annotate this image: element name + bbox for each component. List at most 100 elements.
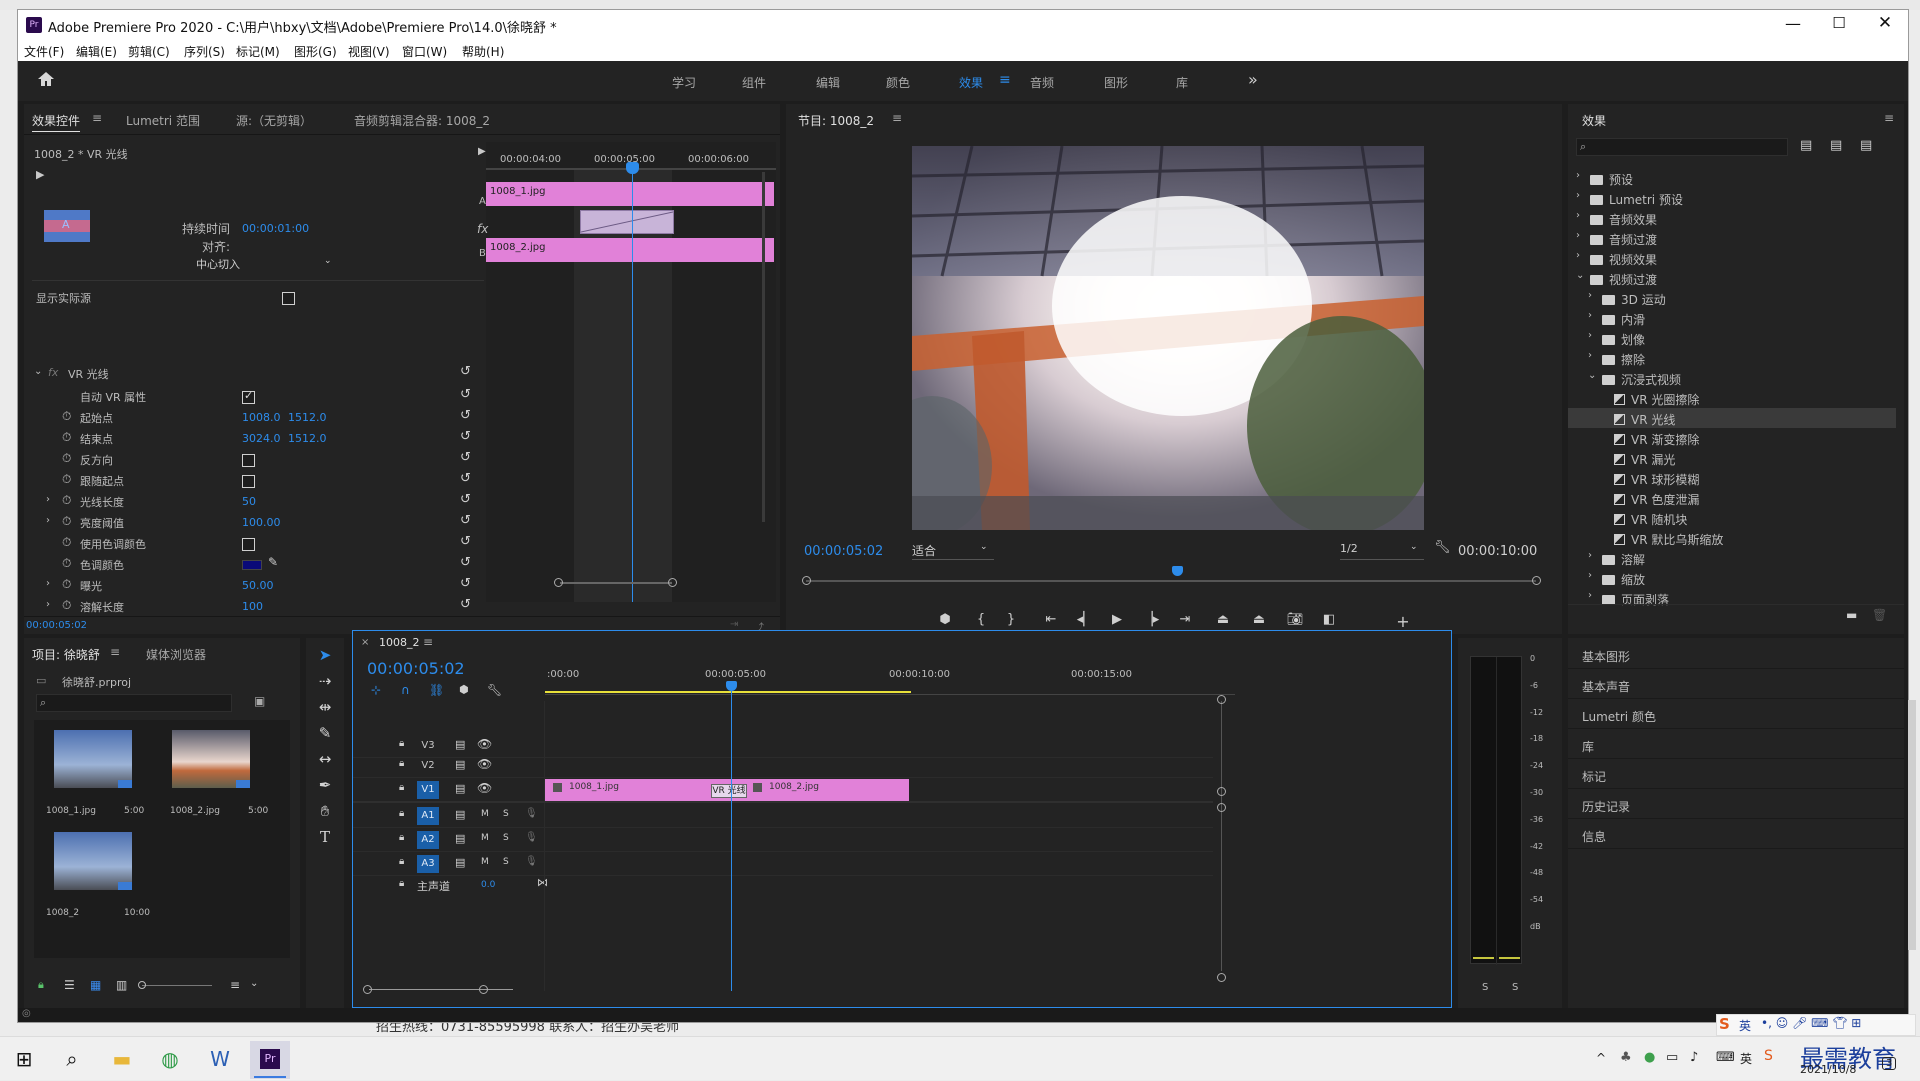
- effect-item[interactable]: VR 光线: [1568, 408, 1896, 428]
- effect-item[interactable]: VR 光圈擦除: [1568, 388, 1896, 408]
- collapsed-panel-tab[interactable]: 标记: [1582, 768, 1606, 785]
- sogou-icon[interactable]: S: [1764, 1048, 1773, 1064]
- property-checkbox[interactable]: ✓: [242, 389, 255, 404]
- project-item[interactable]: 1008_2.jpg 5:00: [166, 730, 270, 818]
- chevron-right-icon[interactable]: ›: [1588, 330, 1592, 341]
- add-marker-icon[interactable]: ⬢: [459, 683, 469, 696]
- reset-icon[interactable]: ↺: [460, 387, 471, 402]
- tray-arrow-icon[interactable]: ^: [1596, 1051, 1606, 1065]
- workspace-libraries[interactable]: 库: [1176, 74, 1188, 91]
- selection-tool-icon[interactable]: ➤: [314, 646, 336, 668]
- minimize-button[interactable]: —: [1778, 14, 1808, 36]
- effects-folder[interactable]: › 页面剥落: [1568, 588, 1896, 608]
- workspace-menu-icon[interactable]: ≡: [999, 72, 1011, 88]
- track-target-button[interactable]: V2: [417, 757, 439, 775]
- lock-icon[interactable]: 🔒︎: [399, 832, 404, 843]
- yuv-effects-icon[interactable]: ▤: [1860, 138, 1872, 153]
- track-target-button[interactable]: A1: [417, 807, 439, 825]
- sync-lock-icon[interactable]: ▤: [455, 808, 465, 821]
- stopwatch-icon[interactable]: ⏱︎: [62, 430, 71, 445]
- effects-search-input[interactable]: ⌕: [1576, 138, 1788, 156]
- project-menu-icon[interactable]: ≡: [110, 645, 120, 659]
- project-search-input[interactable]: ⌕: [36, 694, 232, 712]
- effects-folder[interactable]: › 预设: [1568, 168, 1896, 188]
- expand-arrow-icon[interactable]: ›: [46, 578, 50, 589]
- search-icon[interactable]: ⌕: [48, 1037, 96, 1081]
- chrome-icon[interactable]: ◍: [146, 1037, 194, 1081]
- page-scrollbar[interactable]: [1908, 700, 1916, 950]
- stopwatch-icon[interactable]: ⏱︎: [62, 409, 71, 424]
- add-button-icon[interactable]: +: [1392, 612, 1414, 631]
- menu-clip[interactable]: 剪辑(C): [128, 43, 170, 60]
- effects-folder[interactable]: › 溶解: [1568, 548, 1896, 568]
- maximize-button[interactable]: ☐: [1824, 14, 1854, 36]
- workspace-audio[interactable]: 音频: [1030, 74, 1054, 91]
- volume-icon[interactable]: ♪: [1690, 1050, 1698, 1065]
- collapsed-panel-tab[interactable]: 基本图形: [1582, 648, 1630, 665]
- zoom-slider[interactable]: [142, 985, 212, 986]
- menu-graphics[interactable]: 图形(G): [294, 43, 337, 60]
- reset-icon[interactable]: ↺: [460, 555, 471, 570]
- mini-playhead[interactable]: [632, 162, 633, 602]
- reset-icon[interactable]: ↺: [460, 576, 471, 591]
- align-select[interactable]: 中心切入 ⌄: [196, 256, 336, 272]
- 32bit-effects-icon[interactable]: ▤: [1830, 138, 1842, 153]
- workspace-effects[interactable]: 效果: [959, 74, 983, 91]
- hand-tool-icon[interactable]: ✋︎: [314, 802, 336, 824]
- timeline-playhead[interactable]: [731, 689, 732, 991]
- expand-arrow-icon[interactable]: ›: [46, 599, 50, 610]
- solo-button[interactable]: S: [503, 857, 509, 867]
- show-actual-source-checkbox[interactable]: [282, 292, 295, 305]
- menu-help[interactable]: 帮助(H): [462, 43, 504, 60]
- vertical-scrollbar[interactable]: [1221, 701, 1222, 971]
- effects-folder[interactable]: › 3D 运动: [1568, 288, 1896, 308]
- stopwatch-icon[interactable]: ⏱︎: [62, 577, 71, 592]
- collapsed-panel-tab[interactable]: 基本声音: [1582, 678, 1630, 695]
- fit-select[interactable]: 适合 ⌄: [912, 542, 994, 560]
- track-target-button[interactable]: V1: [417, 781, 439, 799]
- eye-icon[interactable]: 👁︎: [477, 737, 492, 751]
- play-icon[interactable]: ▶: [1106, 612, 1128, 627]
- property-value[interactable]: 100: [242, 600, 263, 613]
- start-icon[interactable]: ⊞: [0, 1037, 48, 1081]
- notification-badge[interactable]: 3: [1882, 1057, 1897, 1070]
- tab-lumetri-scopes[interactable]: Lumetri 范围: [126, 112, 200, 129]
- stopwatch-icon[interactable]: ⏱︎: [62, 472, 71, 487]
- lock-icon[interactable]: 🔒︎: [399, 856, 404, 867]
- lock-icon[interactable]: 🔒︎: [38, 978, 44, 992]
- duration-value[interactable]: 00:00:01:00: [242, 222, 309, 235]
- network-icon[interactable]: ▭: [1666, 1050, 1678, 1065]
- snap-icon[interactable]: ∩: [401, 683, 410, 697]
- property-value[interactable]: 100.00: [242, 516, 281, 529]
- microphone-icon[interactable]: 🎙︎: [525, 856, 538, 867]
- effects-folder[interactable]: ⌄ 沉浸式视频: [1568, 368, 1896, 388]
- icon-view-icon[interactable]: ▦: [90, 978, 101, 992]
- reset-icon[interactable]: ↺: [460, 364, 471, 379]
- effects-folder[interactable]: › 视频效果: [1568, 248, 1896, 268]
- lock-icon[interactable]: 🔒︎: [399, 738, 404, 749]
- menu-view[interactable]: 视图(V): [348, 43, 390, 60]
- reset-icon[interactable]: ↺: [460, 513, 471, 528]
- chevron-right-icon[interactable]: ›: [1588, 550, 1592, 561]
- sync-lock-icon[interactable]: ▤: [455, 856, 465, 869]
- extract-icon[interactable]: ⏏: [1248, 612, 1270, 627]
- property-checkbox[interactable]: [242, 538, 255, 551]
- project-item[interactable]: 1008_2 10:00: [42, 832, 150, 920]
- reset-icon[interactable]: ↺: [460, 492, 471, 507]
- workspace-color[interactable]: 颜色: [886, 74, 910, 91]
- track-target-button[interactable]: V3: [417, 737, 439, 755]
- sequence-tab[interactable]: 1008_2: [379, 636, 420, 649]
- lift-icon[interactable]: ⏏: [1212, 612, 1234, 627]
- timeline-settings-icon[interactable]: 🔧︎: [487, 683, 502, 697]
- mini-playhead-handle[interactable]: [626, 162, 639, 174]
- menu-file[interactable]: 文件(F): [24, 43, 64, 60]
- collapsed-panel-tab[interactable]: 历史记录: [1582, 798, 1630, 815]
- workspace-editing[interactable]: 编辑: [816, 74, 840, 91]
- stopwatch-icon[interactable]: ⏱︎: [62, 514, 71, 529]
- ime-lang[interactable]: 英: [1740, 1050, 1752, 1067]
- expand-arrow-icon[interactable]: ›: [46, 515, 50, 526]
- menu-sequence[interactable]: 序列(S): [184, 43, 225, 60]
- chevron-right-icon[interactable]: ›: [1576, 190, 1580, 201]
- chevron-right-icon[interactable]: ›: [1588, 310, 1592, 321]
- tray-security-icon[interactable]: ●: [1644, 1050, 1655, 1065]
